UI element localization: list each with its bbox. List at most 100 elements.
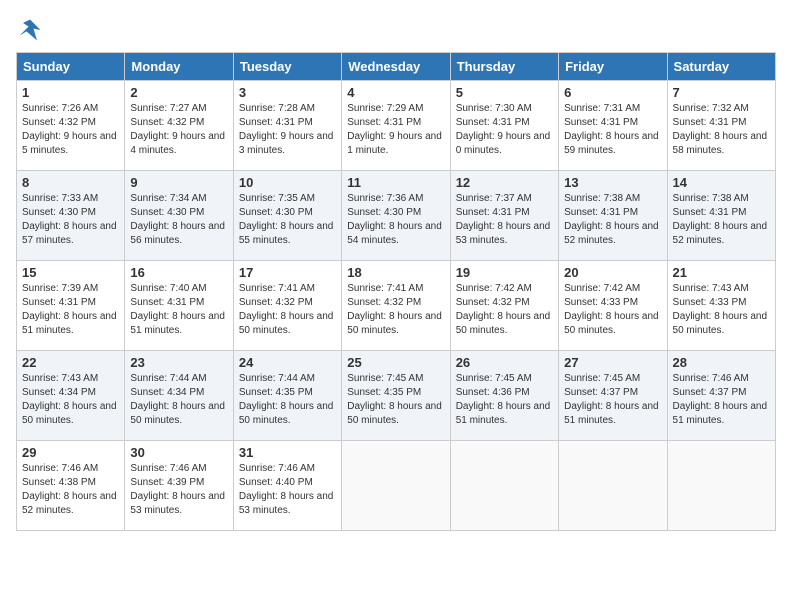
calendar-cell: 21 Sunrise: 7:43 AM Sunset: 4:33 PM Dayl…: [667, 261, 775, 351]
daylight-text: Daylight: 8 hours and 51 minutes.: [564, 400, 661, 428]
daylight-text: Daylight: 8 hours and 50 minutes.: [239, 310, 336, 338]
calendar-cell: 28 Sunrise: 7:46 AM Sunset: 4:37 PM Dayl…: [667, 351, 775, 441]
logo: [16, 16, 48, 44]
sunrise-text: Sunrise: 7:45 AM: [456, 372, 553, 386]
sunrise-text: Sunrise: 7:44 AM: [130, 372, 227, 386]
weekday-header-saturday: Saturday: [667, 53, 775, 81]
sunset-text: Sunset: 4:30 PM: [347, 206, 444, 220]
cell-content: Sunrise: 7:43 AM Sunset: 4:34 PM Dayligh…: [22, 372, 119, 428]
daylight-text: Daylight: 8 hours and 50 minutes.: [673, 310, 770, 338]
day-number: 6: [564, 85, 661, 100]
daylight-text: Daylight: 8 hours and 51 minutes.: [456, 400, 553, 428]
daylight-text: Daylight: 9 hours and 0 minutes.: [456, 130, 553, 158]
calendar-cell: 25 Sunrise: 7:45 AM Sunset: 4:35 PM Dayl…: [342, 351, 450, 441]
calendar-cell: 9 Sunrise: 7:34 AM Sunset: 4:30 PM Dayli…: [125, 171, 233, 261]
sunrise-text: Sunrise: 7:30 AM: [456, 102, 553, 116]
cell-content: Sunrise: 7:46 AM Sunset: 4:38 PM Dayligh…: [22, 462, 119, 518]
cell-content: Sunrise: 7:46 AM Sunset: 4:40 PM Dayligh…: [239, 462, 336, 518]
sunset-text: Sunset: 4:35 PM: [347, 386, 444, 400]
daylight-text: Daylight: 8 hours and 58 minutes.: [673, 130, 770, 158]
day-number: 27: [564, 355, 661, 370]
calendar-cell: 4 Sunrise: 7:29 AM Sunset: 4:31 PM Dayli…: [342, 81, 450, 171]
cell-content: Sunrise: 7:43 AM Sunset: 4:33 PM Dayligh…: [673, 282, 770, 338]
calendar-cell: 23 Sunrise: 7:44 AM Sunset: 4:34 PM Dayl…: [125, 351, 233, 441]
cell-content: Sunrise: 7:37 AM Sunset: 4:31 PM Dayligh…: [456, 192, 553, 248]
sunset-text: Sunset: 4:32 PM: [456, 296, 553, 310]
weekday-header-row: SundayMondayTuesdayWednesdayThursdayFrid…: [17, 53, 776, 81]
sunset-text: Sunset: 4:31 PM: [456, 206, 553, 220]
sunrise-text: Sunrise: 7:39 AM: [22, 282, 119, 296]
day-number: 31: [239, 445, 336, 460]
calendar-cell: 1 Sunrise: 7:26 AM Sunset: 4:32 PM Dayli…: [17, 81, 125, 171]
sunset-text: Sunset: 4:31 PM: [239, 116, 336, 130]
cell-content: Sunrise: 7:38 AM Sunset: 4:31 PM Dayligh…: [564, 192, 661, 248]
day-number: 2: [130, 85, 227, 100]
sunset-text: Sunset: 4:39 PM: [130, 476, 227, 490]
calendar-cell: 18 Sunrise: 7:41 AM Sunset: 4:32 PM Dayl…: [342, 261, 450, 351]
day-number: 12: [456, 175, 553, 190]
sunrise-text: Sunrise: 7:43 AM: [673, 282, 770, 296]
calendar-cell: 30 Sunrise: 7:46 AM Sunset: 4:39 PM Dayl…: [125, 441, 233, 531]
weekday-header-sunday: Sunday: [17, 53, 125, 81]
calendar-cell: 22 Sunrise: 7:43 AM Sunset: 4:34 PM Dayl…: [17, 351, 125, 441]
calendar-cell: [450, 441, 558, 531]
sunrise-text: Sunrise: 7:44 AM: [239, 372, 336, 386]
sunset-text: Sunset: 4:34 PM: [22, 386, 119, 400]
cell-content: Sunrise: 7:46 AM Sunset: 4:39 PM Dayligh…: [130, 462, 227, 518]
sunrise-text: Sunrise: 7:29 AM: [347, 102, 444, 116]
day-number: 30: [130, 445, 227, 460]
sunrise-text: Sunrise: 7:36 AM: [347, 192, 444, 206]
daylight-text: Daylight: 9 hours and 3 minutes.: [239, 130, 336, 158]
day-number: 19: [456, 265, 553, 280]
sunrise-text: Sunrise: 7:46 AM: [22, 462, 119, 476]
calendar-cell: [667, 441, 775, 531]
daylight-text: Daylight: 8 hours and 52 minutes.: [673, 220, 770, 248]
sunset-text: Sunset: 4:31 PM: [22, 296, 119, 310]
sunset-text: Sunset: 4:31 PM: [673, 116, 770, 130]
day-number: 14: [673, 175, 770, 190]
daylight-text: Daylight: 8 hours and 51 minutes.: [130, 310, 227, 338]
calendar-cell: 16 Sunrise: 7:40 AM Sunset: 4:31 PM Dayl…: [125, 261, 233, 351]
day-number: 29: [22, 445, 119, 460]
daylight-text: Daylight: 8 hours and 50 minutes.: [239, 400, 336, 428]
day-number: 17: [239, 265, 336, 280]
sunset-text: Sunset: 4:30 PM: [130, 206, 227, 220]
day-number: 24: [239, 355, 336, 370]
day-number: 13: [564, 175, 661, 190]
daylight-text: Daylight: 8 hours and 53 minutes.: [239, 490, 336, 518]
sunset-text: Sunset: 4:33 PM: [564, 296, 661, 310]
calendar-table: SundayMondayTuesdayWednesdayThursdayFrid…: [16, 52, 776, 531]
calendar-cell: 29 Sunrise: 7:46 AM Sunset: 4:38 PM Dayl…: [17, 441, 125, 531]
sunrise-text: Sunrise: 7:46 AM: [239, 462, 336, 476]
calendar-week-row: 1 Sunrise: 7:26 AM Sunset: 4:32 PM Dayli…: [17, 81, 776, 171]
sunrise-text: Sunrise: 7:37 AM: [456, 192, 553, 206]
daylight-text: Daylight: 8 hours and 53 minutes.: [130, 490, 227, 518]
sunset-text: Sunset: 4:32 PM: [239, 296, 336, 310]
cell-content: Sunrise: 7:40 AM Sunset: 4:31 PM Dayligh…: [130, 282, 227, 338]
sunset-text: Sunset: 4:37 PM: [564, 386, 661, 400]
daylight-text: Daylight: 8 hours and 51 minutes.: [673, 400, 770, 428]
daylight-text: Daylight: 8 hours and 53 minutes.: [456, 220, 553, 248]
cell-content: Sunrise: 7:36 AM Sunset: 4:30 PM Dayligh…: [347, 192, 444, 248]
sunset-text: Sunset: 4:38 PM: [22, 476, 119, 490]
day-number: 5: [456, 85, 553, 100]
day-number: 10: [239, 175, 336, 190]
header: [16, 16, 776, 44]
daylight-text: Daylight: 8 hours and 50 minutes.: [347, 400, 444, 428]
day-number: 9: [130, 175, 227, 190]
cell-content: Sunrise: 7:27 AM Sunset: 4:32 PM Dayligh…: [130, 102, 227, 158]
calendar-cell: 5 Sunrise: 7:30 AM Sunset: 4:31 PM Dayli…: [450, 81, 558, 171]
calendar-cell: 13 Sunrise: 7:38 AM Sunset: 4:31 PM Dayl…: [559, 171, 667, 261]
cell-content: Sunrise: 7:39 AM Sunset: 4:31 PM Dayligh…: [22, 282, 119, 338]
weekday-header-tuesday: Tuesday: [233, 53, 341, 81]
day-number: 3: [239, 85, 336, 100]
sunset-text: Sunset: 4:30 PM: [22, 206, 119, 220]
weekday-header-monday: Monday: [125, 53, 233, 81]
sunset-text: Sunset: 4:35 PM: [239, 386, 336, 400]
calendar-cell: 17 Sunrise: 7:41 AM Sunset: 4:32 PM Dayl…: [233, 261, 341, 351]
calendar-week-row: 29 Sunrise: 7:46 AM Sunset: 4:38 PM Dayl…: [17, 441, 776, 531]
day-number: 28: [673, 355, 770, 370]
calendar-cell: 11 Sunrise: 7:36 AM Sunset: 4:30 PM Dayl…: [342, 171, 450, 261]
sunrise-text: Sunrise: 7:28 AM: [239, 102, 336, 116]
sunrise-text: Sunrise: 7:32 AM: [673, 102, 770, 116]
